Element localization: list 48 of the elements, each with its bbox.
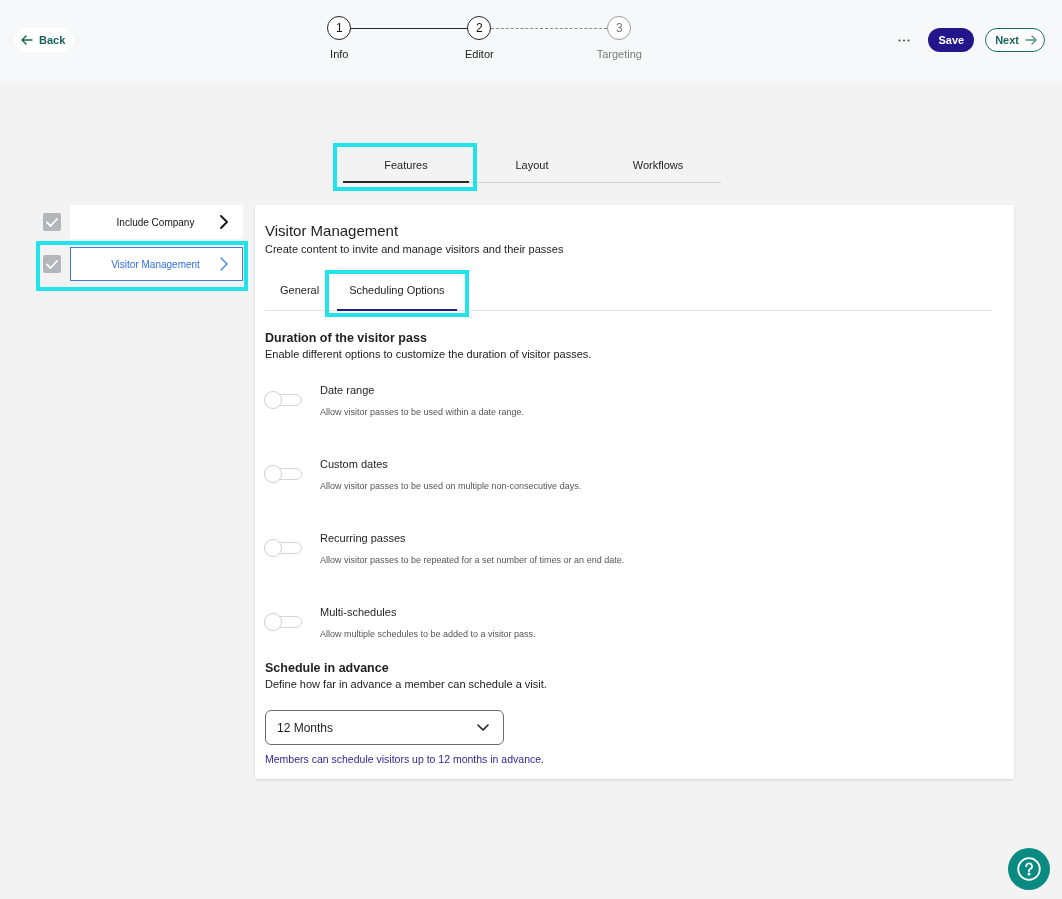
tab[interactable]: Features [343,147,469,183]
option-label: Recurring passes [320,531,407,546]
check-icon [46,217,58,227]
sidebar-item[interactable]: Visitor Management [70,247,243,281]
months-dropdown[interactable]: 12 Months [265,710,504,745]
step-label: Info [330,47,349,61]
chevron-right-icon [220,215,228,229]
tab[interactable]: Workflows [595,147,721,183]
section-description: Enable different options to customize the duration of visitor passes. [265,347,593,362]
option-description: Allow visitor passes to be used within a date range. [320,406,525,419]
option-description: Allow visitor passes to be used on multiple non-consecutive days. [320,480,582,493]
chevron-down-icon [477,724,489,731]
check-icon [46,259,58,269]
help-button[interactable] [1008,848,1050,890]
option-description: Allow multiple schedules to be added to a visitor pass. [320,628,536,641]
option-description: Allow visitor passes to be repeated for a set number of times or an end date. [320,554,625,567]
save-button[interactable]: Save [928,28,975,52]
next-button[interactable]: Next [985,28,1045,52]
panel-title: Visitor Management [265,221,400,241]
option-label: Multi-schedules [320,605,398,620]
sidebar-item[interactable]: Include Company [70,205,243,239]
section-heading: Duration of the visitor pass [265,330,428,346]
step-number[interactable]: 3 [607,16,632,40]
tab[interactable]: General [268,271,332,311]
helper-text: Members can schedule visitors up to 12 months in advance. [265,752,545,767]
arrow-left-icon [21,35,33,45]
option-label: Custom dates [320,457,389,472]
toggle-switch[interactable] [264,465,302,483]
step-label: Targeting [596,47,642,61]
checkbox[interactable] [43,213,61,231]
option-label: Date range [320,383,376,398]
chevron-right-icon [220,257,228,271]
panel-subtitle: Create content to invite and manage visitors and their passes [265,242,565,257]
tab[interactable]: Scheduling Options [337,271,457,311]
step-number[interactable]: 1 [327,16,352,40]
toggle-switch[interactable] [264,539,302,557]
tab[interactable]: Layout [469,147,595,183]
help-icon [1017,857,1041,881]
toggle-switch[interactable] [264,391,302,409]
toggle-switch[interactable] [264,613,302,631]
back-button[interactable]: Back [14,28,75,52]
step-number[interactable]: 2 [467,16,492,40]
section-description: Define how far in advance a member can schedule a visit. [265,677,548,692]
section-heading: Schedule in advance [265,660,390,676]
step-label: Editor [464,47,494,61]
checkbox[interactable] [43,255,61,273]
more-icon [898,38,911,42]
arrow-right-icon [1025,35,1037,45]
